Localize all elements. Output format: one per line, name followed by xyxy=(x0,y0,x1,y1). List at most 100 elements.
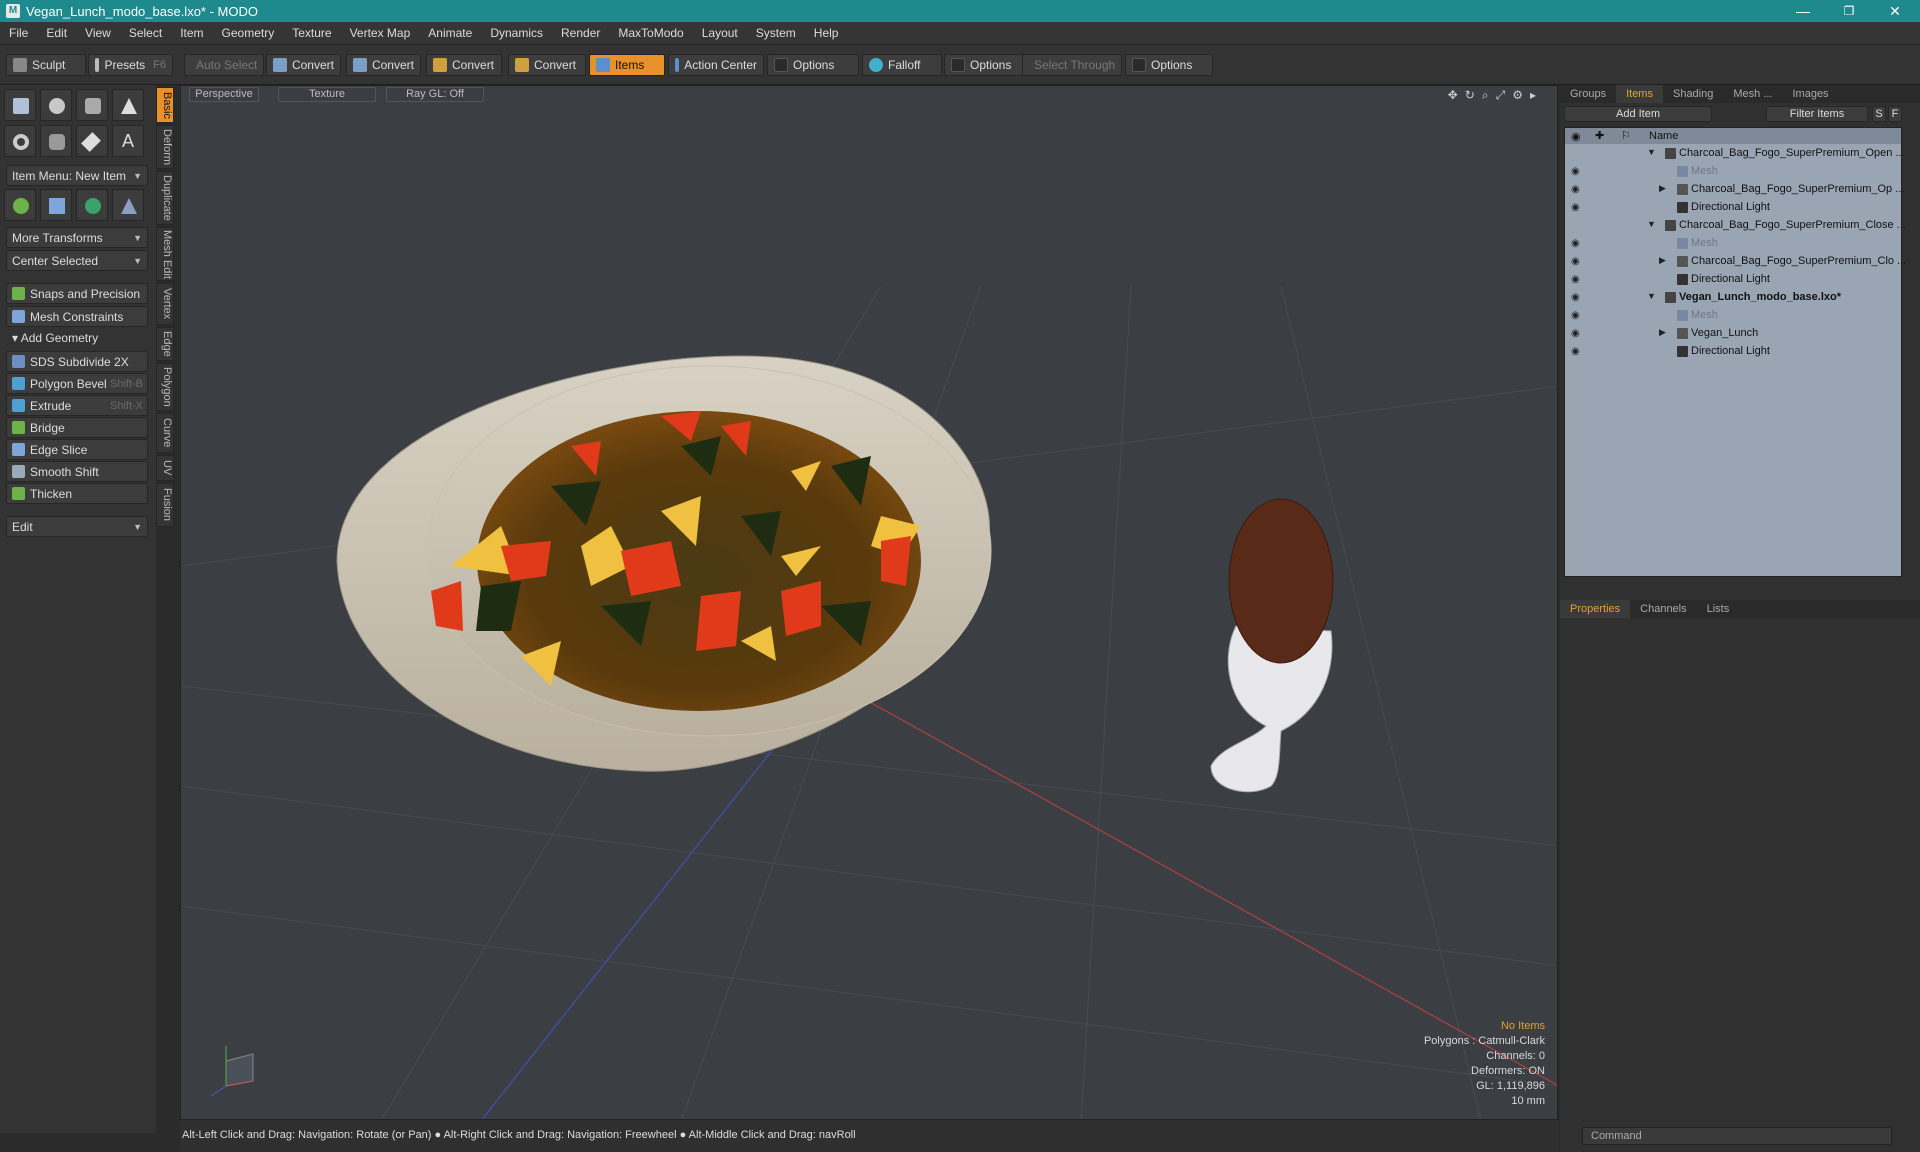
tab-lists[interactable]: Lists xyxy=(1697,600,1740,618)
globe-button[interactable] xyxy=(76,189,108,221)
eye-icon[interactable]: ◉ xyxy=(1571,310,1583,322)
snaps-precision-button[interactable]: Snaps and Precision xyxy=(6,283,148,304)
3d-viewport[interactable]: Perspective Texture Ray GL: Off ✥↻⌕⤢⚙▸ N… xyxy=(180,85,1558,1120)
list-item[interactable]: ▼ Charcoal_Bag_Fogo_SuperPremium_Open ... xyxy=(1565,145,1905,163)
filter-s-button[interactable]: S xyxy=(1872,106,1886,122)
viewport-texture-dropdown[interactable]: Texture xyxy=(278,87,376,102)
extrude-button[interactable]: Extrude Shift-X xyxy=(6,395,148,416)
eye-icon[interactable]: ◉ xyxy=(1571,202,1583,214)
options-button-2[interactable]: Options xyxy=(944,54,1026,76)
edge-slice-button[interactable]: Edge Slice xyxy=(6,439,148,460)
eye-icon[interactable]: ◉ xyxy=(1571,328,1583,340)
tab-basic[interactable]: Basic xyxy=(156,87,174,123)
eye-icon[interactable]: ◉ xyxy=(1571,184,1583,196)
tab-fusion[interactable]: Fusion xyxy=(156,483,174,527)
list-item[interactable]: ▼ Charcoal_Bag_Fogo_SuperPremium_Close ..… xyxy=(1565,217,1906,235)
options-button-3[interactable]: Options xyxy=(1125,54,1213,76)
command-input[interactable]: Command xyxy=(1582,1127,1892,1145)
menu-view[interactable]: View xyxy=(76,26,120,40)
tab-mesh-edit[interactable]: Mesh Edit xyxy=(156,227,174,281)
presets-button[interactable]: Presets F6 xyxy=(88,54,173,76)
center-selected-dropdown[interactable]: Center Selected ▼ xyxy=(6,250,148,271)
items-tree[interactable]: ◉ ✚ ⚐ Name ▼ Charcoal_Bag_Fogo_SuperPremi… xyxy=(1564,127,1906,577)
pan-icon[interactable]: ✥ xyxy=(1448,88,1465,102)
tab-mesh[interactable]: Mesh ... xyxy=(1723,85,1782,103)
eye-icon[interactable]: ◉ xyxy=(1571,256,1583,268)
tab-groups[interactable]: Groups xyxy=(1560,85,1616,103)
tab-images[interactable]: Images xyxy=(1782,85,1838,103)
maximize-button[interactable]: ❐ xyxy=(1826,0,1872,22)
eye-icon[interactable]: ◉ xyxy=(1571,166,1583,178)
zoom-icon[interactable]: ⌕ xyxy=(1482,88,1496,102)
tab-channels[interactable]: Channels xyxy=(1630,600,1696,618)
cone-primitive-button[interactable] xyxy=(112,89,144,121)
select-through-button[interactable]: Select Through xyxy=(1022,54,1122,76)
cube-primitive-button[interactable] xyxy=(4,89,36,121)
menu-render[interactable]: Render xyxy=(552,26,609,40)
list-item[interactable]: ◉ ▶ Charcoal_Bag_Fogo_SuperPremium_Clo ... xyxy=(1565,253,1906,271)
smooth-shift-button[interactable]: Smooth Shift xyxy=(6,461,148,482)
perspective-grid-button[interactable] xyxy=(112,189,144,221)
list-item[interactable]: ◉ Mesh xyxy=(1565,235,1901,253)
cylinder-primitive-button[interactable] xyxy=(76,89,108,121)
menu-layout[interactable]: Layout xyxy=(693,26,747,40)
transform-button[interactable] xyxy=(4,189,36,221)
thicken-button[interactable]: Thicken xyxy=(6,483,148,504)
list-item[interactable]: ◉ Directional Light xyxy=(1565,271,1901,289)
menu-dynamics[interactable]: Dynamics xyxy=(481,26,552,40)
auto-select-button[interactable]: Auto Select xyxy=(184,54,264,76)
add-geometry-header[interactable]: ▾ Add Geometry xyxy=(6,331,148,349)
filter-items-input[interactable]: Filter Items xyxy=(1766,106,1868,122)
tab-deform[interactable]: Deform xyxy=(156,125,174,169)
tab-edge[interactable]: Edge xyxy=(156,327,174,361)
arrow-right-icon[interactable]: ▸ xyxy=(1530,88,1543,102)
tab-polygon[interactable]: Polygon xyxy=(156,363,174,411)
tab-items[interactable]: Items xyxy=(1616,85,1663,103)
eye-icon[interactable]: ◉ xyxy=(1571,292,1583,304)
convert-button-2[interactable]: Convert xyxy=(346,54,421,76)
minimize-button[interactable]: — xyxy=(1780,0,1826,22)
capsule-primitive-button[interactable] xyxy=(40,125,72,157)
list-item[interactable]: ◉ Mesh xyxy=(1565,163,1901,181)
tab-duplicate[interactable]: Duplicate xyxy=(156,171,174,225)
menu-help[interactable]: Help xyxy=(805,26,848,40)
list-item[interactable]: ◉ ▶ Vegan_Lunch xyxy=(1565,325,1901,343)
render-icon[interactable]: ⚐ xyxy=(1621,129,1631,142)
menu-file[interactable]: File xyxy=(0,26,37,40)
menu-select[interactable]: Select xyxy=(120,26,171,40)
rotate-icon[interactable]: ↻ xyxy=(1465,88,1482,102)
action-center-button[interactable]: Action Center xyxy=(668,54,764,76)
text-tool-button[interactable]: A xyxy=(112,125,144,157)
close-button[interactable]: ✕ xyxy=(1872,0,1918,22)
viewport-nav-icons[interactable]: ✥↻⌕⤢⚙▸ xyxy=(1448,88,1543,103)
convert-button-3[interactable]: Convert xyxy=(426,54,502,76)
list-item[interactable]: ◉ Directional Light xyxy=(1565,343,1901,361)
add-item-dropdown[interactable]: Add Item xyxy=(1564,106,1712,122)
menu-system[interactable]: System xyxy=(747,26,805,40)
viewport-raygl-dropdown[interactable]: Ray GL: Off xyxy=(386,87,484,102)
options-button-1[interactable]: Options xyxy=(767,54,859,76)
polygon-bevel-button[interactable]: Polygon Bevel Shift-B xyxy=(6,373,148,394)
list-item[interactable]: ◉ Mesh xyxy=(1565,307,1901,325)
menu-geometry[interactable]: Geometry xyxy=(213,26,284,40)
torus-primitive-button[interactable] xyxy=(4,125,36,157)
list-item[interactable]: ◉ ▼ Vegan_Lunch_modo_base.lxo* xyxy=(1565,289,1901,307)
bridge-button[interactable]: Bridge xyxy=(6,417,148,438)
edit-dropdown[interactable]: Edit ▼ xyxy=(6,516,148,537)
tab-uv[interactable]: UV xyxy=(156,455,174,481)
filter-f-button[interactable]: F xyxy=(1888,106,1902,122)
tab-shading[interactable]: Shading xyxy=(1663,85,1723,103)
eye-icon[interactable]: ◉ xyxy=(1571,346,1583,358)
convert-button-4[interactable]: Convert xyxy=(508,54,586,76)
sds-subdivide-button[interactable]: SDS Subdivide 2X xyxy=(6,351,148,372)
pen-tool-button[interactable] xyxy=(76,125,108,157)
tab-properties[interactable]: Properties xyxy=(1560,600,1631,618)
convert-button-1[interactable]: Convert xyxy=(266,54,341,76)
menu-animate[interactable]: Animate xyxy=(419,26,481,40)
tab-vertex[interactable]: Vertex xyxy=(156,283,174,325)
items-mode-button[interactable]: Items xyxy=(589,54,665,76)
list-item[interactable]: ◉ Directional Light xyxy=(1565,199,1901,217)
menu-texture[interactable]: Texture xyxy=(283,26,340,40)
menu-edit[interactable]: Edit xyxy=(37,26,76,40)
menu-vertex-map[interactable]: Vertex Map xyxy=(341,26,420,40)
